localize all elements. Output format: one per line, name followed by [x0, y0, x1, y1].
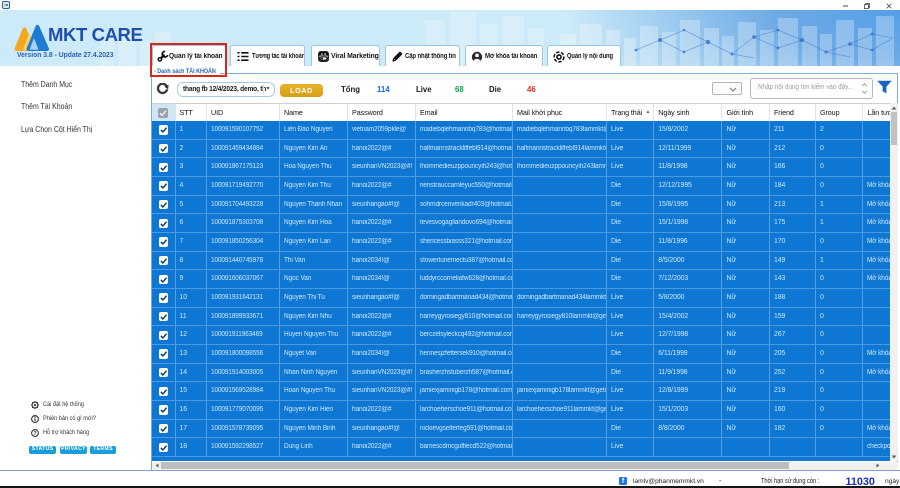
svg-text:?: ?	[33, 431, 36, 437]
